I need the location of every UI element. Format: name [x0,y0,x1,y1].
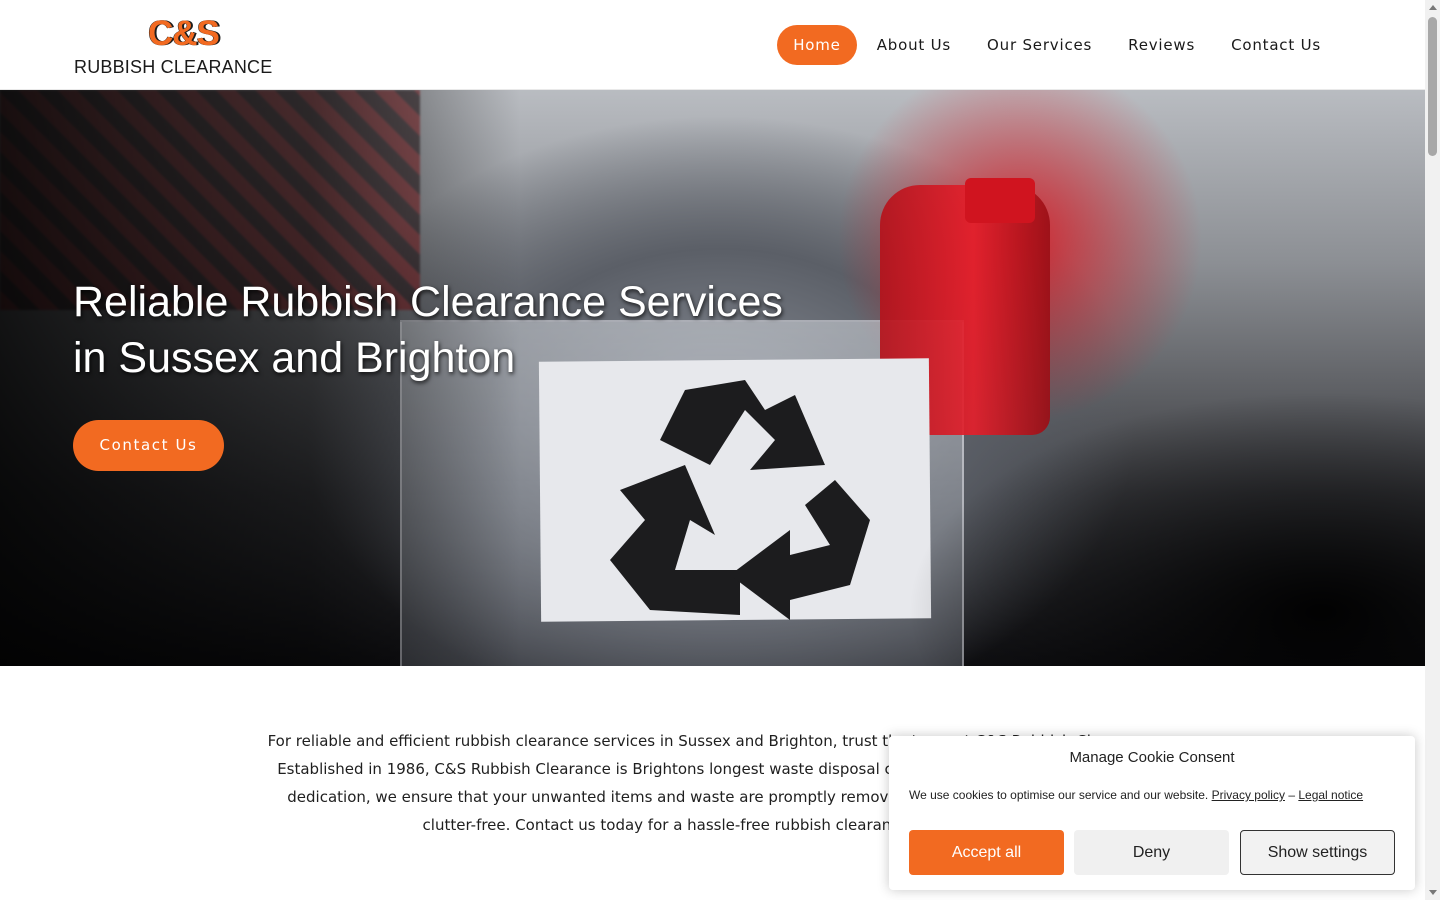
site-header: C&S RUBBISH CLEARANCE Home About Us Our … [0,0,1425,90]
hero-contact-button[interactable]: Contact Us [73,420,224,471]
show-settings-button[interactable]: Show settings [1240,830,1395,875]
deny-button[interactable]: Deny [1074,830,1229,875]
nav-our-services[interactable]: Our Services [969,25,1110,65]
hero-section: Reliable Rubbish Clearance Services in S… [0,90,1425,666]
cookie-message: We use cookies to optimise our service a… [909,788,1209,802]
cookie-separator: – [1288,788,1295,802]
main-nav: Home About Us Our Services Reviews Conta… [777,25,1339,65]
page-scrollbar[interactable] [1425,0,1440,900]
legal-notice-link[interactable]: Legal notice [1298,788,1363,802]
nav-home[interactable]: Home [777,25,857,65]
hero-shade-right [905,390,1425,666]
hero-photo-jug-cap [965,178,1035,223]
recycle-icon [610,380,870,620]
logo-subtitle: RUBBISH CLEARANCE [74,57,273,77]
nav-contact-us[interactable]: Contact Us [1213,25,1339,65]
hero-title-line2: in Sussex and Brighton [73,334,516,382]
scroll-thumb[interactable] [1428,17,1437,156]
nav-about-us[interactable]: About Us [859,25,969,65]
hero-title-line1: Reliable Rubbish Clearance Services [73,278,783,326]
nav-reviews[interactable]: Reviews [1110,25,1213,65]
accept-all-button[interactable]: Accept all [909,830,1064,875]
hero-title: Reliable Rubbish Clearance Services in S… [73,274,873,386]
logo-mark: C&S [148,14,220,53]
cookie-text: We use cookies to optimise our service a… [909,788,1363,802]
privacy-policy-link[interactable]: Privacy policy [1212,788,1285,802]
cookie-title: Manage Cookie Consent [1069,749,1235,766]
cookie-consent-banner: Manage Cookie Consent We use cookies to … [889,736,1415,890]
scroll-up-arrow-icon[interactable] [1429,5,1437,10]
site-logo[interactable]: C&S RUBBISH CLEARANCE [74,14,298,78]
scroll-down-arrow-icon[interactable] [1429,890,1437,895]
